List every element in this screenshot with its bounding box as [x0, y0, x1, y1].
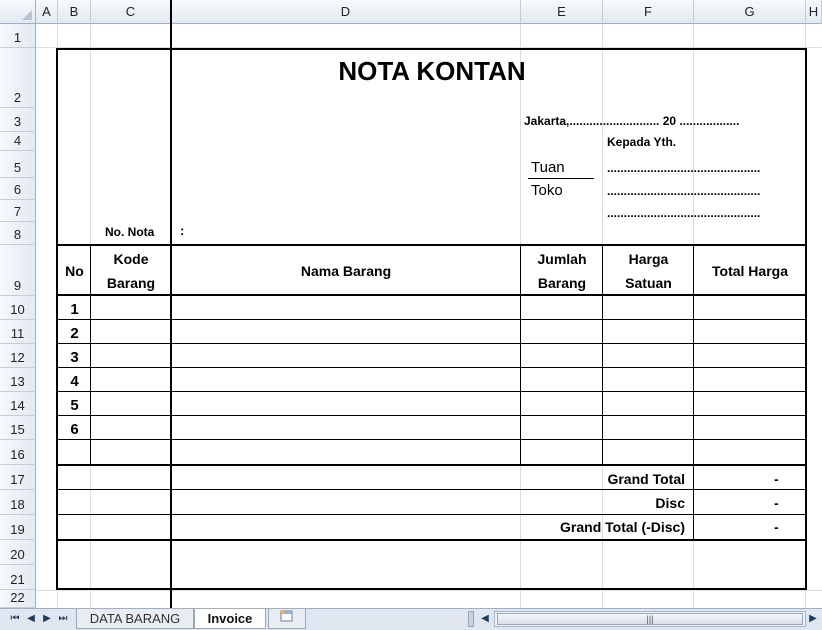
invoice-title: NOTA KONTAN	[338, 56, 526, 86]
item-number: 5	[70, 397, 79, 414]
toko-label: Toko	[531, 182, 563, 199]
header-nama-barang: Nama Barang	[300, 263, 392, 279]
row-header-22[interactable]: 22	[0, 590, 36, 608]
insert-sheet-icon	[280, 610, 293, 622]
item-number: 2	[70, 325, 79, 342]
select-all-corner[interactable]	[0, 0, 36, 24]
grand-total-minus-disc-value: -	[774, 519, 779, 535]
last-sheet-icon[interactable]: ⏭	[56, 612, 70, 626]
item-number: 4	[70, 373, 79, 390]
header-kode-line2: Barang	[106, 275, 156, 291]
tab-split-handle[interactable]	[468, 611, 474, 627]
row-header-17[interactable]: 17	[0, 465, 36, 490]
horizontal-scrollbar[interactable]: |||	[494, 611, 806, 627]
column-header-b[interactable]: B	[58, 0, 91, 24]
header-harga-line2: Satuan	[625, 275, 672, 291]
header-jumlah-line1: Jumlah	[537, 251, 587, 267]
sheet-tab-invoice[interactable]: Invoice	[194, 609, 266, 629]
column-header-e[interactable]: E	[521, 0, 603, 24]
recipient-label: Kepada Yth.	[607, 135, 677, 149]
row-header-12[interactable]: 12	[0, 344, 36, 368]
row-header-7[interactable]: 7	[0, 200, 36, 222]
row-header-20[interactable]: 20	[0, 540, 36, 565]
scroll-right-icon[interactable]: ▶	[806, 612, 820, 626]
row-header-15[interactable]: 15	[0, 416, 36, 440]
tuan-dotted-field: ........................................…	[607, 161, 761, 175]
row-header-9[interactable]: 9	[0, 245, 36, 296]
item-number: 3	[70, 349, 79, 366]
toko-dotted-field: ........................................…	[607, 184, 761, 198]
row-header-4[interactable]: 4	[0, 132, 36, 151]
insert-sheet-button[interactable]	[268, 609, 306, 629]
row-header-2[interactable]: 2	[0, 48, 36, 108]
tuan-label: Tuan	[531, 159, 565, 176]
date-line: Jakarta,........................... 20 .…	[524, 114, 740, 128]
row-header-1[interactable]: 1	[0, 24, 36, 48]
no-nota-label: No. Nota	[105, 225, 155, 239]
prev-sheet-icon[interactable]: ◀	[24, 612, 38, 626]
item-number: 1	[70, 301, 79, 318]
header-no: No	[65, 263, 84, 279]
invoice-border-bottom	[56, 588, 806, 590]
column-header-a[interactable]: A	[36, 0, 58, 24]
grand-total-value: -	[774, 471, 779, 487]
header-total-harga: Total Harga	[712, 263, 788, 279]
row-header-3[interactable]: 3	[0, 108, 36, 132]
grand-total-minus-disc-label: Grand Total (-Disc)	[560, 519, 685, 535]
column-header-g[interactable]: G	[694, 0, 806, 24]
row-header-21[interactable]: 21	[0, 565, 36, 590]
disc-label: Disc	[655, 495, 685, 511]
row-header-14[interactable]: 14	[0, 392, 36, 416]
first-sheet-icon[interactable]: ⏮	[8, 612, 22, 626]
row-header-5[interactable]: 5	[0, 151, 36, 178]
sheet-tab-bar: ⏮ ◀ ▶ ⏭ DATA BARANG Invoice ◀ ||| ▶	[0, 608, 822, 630]
column-header-f[interactable]: F	[603, 0, 694, 24]
header-jumlah-line2: Barang	[537, 275, 587, 291]
address-dotted-field: ........................................…	[607, 206, 761, 220]
item-number: 6	[70, 421, 79, 438]
header-harga-line1: Harga	[628, 251, 669, 267]
grand-total-label: Grand Total	[607, 471, 685, 487]
row-header-6[interactable]: 6	[0, 178, 36, 200]
row-header-8[interactable]: 8	[0, 222, 36, 245]
row-header-18[interactable]: 18	[0, 490, 36, 515]
no-nota-colon: :	[180, 223, 185, 238]
row-header-13[interactable]: 13	[0, 368, 36, 392]
header-kode-line1: Kode	[113, 251, 149, 267]
invoice-border-top	[56, 48, 806, 50]
column-header-c[interactable]: C	[91, 0, 171, 24]
next-sheet-icon[interactable]: ▶	[40, 612, 54, 626]
sheet-tab-data-barang[interactable]: DATA BARANG	[76, 609, 194, 629]
row-header-19[interactable]: 19	[0, 515, 36, 540]
gridline	[36, 590, 822, 591]
row-header-11[interactable]: 11	[0, 320, 36, 344]
spreadsheet-grid[interactable]: A B C D E F G H 1 2 3 4 5 6 7 8 9 10 11 …	[0, 0, 822, 630]
tuan-underline	[528, 178, 594, 179]
freeze-pane-divider	[170, 0, 172, 608]
column-header-d[interactable]: D	[171, 0, 521, 24]
row-header-16[interactable]: 16	[0, 440, 36, 465]
row-header-10[interactable]: 10	[0, 296, 36, 320]
scroll-left-icon[interactable]: ◀	[478, 612, 492, 626]
disc-value: -	[774, 495, 779, 511]
scrollbar-thumb[interactable]: |||	[497, 613, 803, 625]
column-header-h[interactable]: H	[806, 0, 822, 24]
